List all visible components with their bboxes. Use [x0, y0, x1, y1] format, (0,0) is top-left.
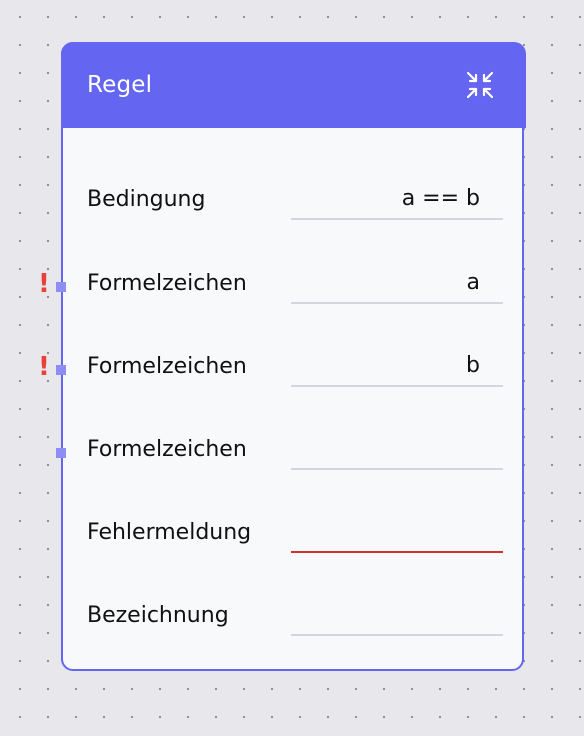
input-port[interactable] — [56, 282, 66, 292]
field-label: Formelzeichen — [87, 354, 247, 379]
condition-input[interactable] — [291, 178, 503, 220]
warning-icon: ! — [38, 269, 50, 299]
rule-node[interactable]: Regel Bedingung ! Formelzeichen ! Formel… — [38, 42, 526, 671]
field-label: Bezeichnung — [87, 603, 229, 628]
field-formelzeichen-1: ! Formelzeichen — [38, 254, 522, 324]
input-port[interactable] — [56, 448, 66, 458]
symbol-input[interactable] — [291, 262, 503, 304]
field-bezeichnung: Bezeichnung — [63, 586, 522, 656]
node-title: Regel — [87, 72, 153, 98]
field-label: Formelzeichen — [87, 271, 247, 296]
node-header[interactable]: Regel — [61, 42, 526, 128]
field-fehlermeldung: Fehlermeldung — [63, 503, 522, 573]
input-port[interactable] — [56, 365, 66, 375]
field-formelzeichen-3: Formelzeichen — [56, 420, 522, 490]
field-label: Formelzeichen — [87, 437, 247, 462]
field-label: Fehlermeldung — [87, 520, 252, 545]
warning-icon: ! — [38, 352, 50, 382]
field-formelzeichen-2: ! Formelzeichen — [38, 337, 522, 407]
field-bedingung: Bedingung — [63, 170, 522, 240]
error-message-input[interactable] — [291, 511, 503, 553]
collapse-icon[interactable] — [465, 70, 495, 100]
field-label: Bedingung — [87, 187, 206, 212]
symbol-input[interactable] — [291, 345, 503, 387]
symbol-input[interactable] — [291, 428, 503, 470]
name-input[interactable] — [291, 594, 503, 636]
